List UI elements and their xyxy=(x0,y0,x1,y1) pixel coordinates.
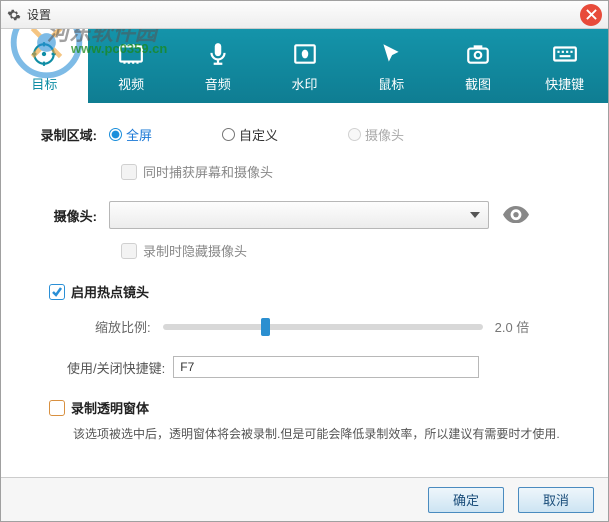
tab-hotkey[interactable]: 快捷键 xyxy=(521,29,608,103)
cancel-button[interactable]: 取消 xyxy=(518,487,594,513)
tab-label: 截图 xyxy=(465,74,491,93)
eye-icon xyxy=(503,206,529,223)
footer: 确定 取消 xyxy=(1,477,608,521)
cursor-icon xyxy=(377,40,405,68)
preview-eye-button[interactable] xyxy=(503,206,529,224)
tab-mouse[interactable]: 鼠标 xyxy=(348,29,435,103)
hotspot-enable-label: 启用热点镜头 xyxy=(71,282,149,301)
hotspot-enable-checkbox[interactable] xyxy=(49,284,65,300)
transparent-section: 录制透明窗体 该选项被选中后，透明窗体将会被录制.但是可能会降低录制效率，所以建… xyxy=(49,398,580,443)
tab-label: 鼠标 xyxy=(378,74,404,93)
transparent-checkbox[interactable] xyxy=(49,400,65,416)
close-icon xyxy=(586,9,597,20)
zoom-value: 2.0 倍 xyxy=(495,317,530,336)
radio-fullscreen[interactable]: 全屏 xyxy=(109,125,152,144)
transparent-description: 该选项被选中后，透明窗体将会被录制.但是可能会降低录制效率，所以建议有需要时才使… xyxy=(73,425,580,443)
chevron-down-icon xyxy=(470,212,480,218)
hotkey-label: 使用/关闭快捷键: xyxy=(67,358,165,377)
hotspot-enable-row: 启用热点镜头 xyxy=(49,282,580,301)
hide-camera-checkbox[interactable] xyxy=(121,243,137,259)
tab-label: 音频 xyxy=(205,74,231,93)
ok-button[interactable]: 确定 xyxy=(428,487,504,513)
camera-dropdown[interactable] xyxy=(109,201,489,229)
tab-watermark[interactable]: 水印 xyxy=(261,29,348,103)
radio-camera-label: 摄像头 xyxy=(365,125,404,144)
radio-custom-label: 自定义 xyxy=(239,125,278,144)
zoom-slider[interactable] xyxy=(163,324,483,330)
radio-custom[interactable]: 自定义 xyxy=(222,125,278,144)
zoom-slider-row: 缩放比例: 2.0 倍 xyxy=(95,317,580,336)
radio-camera[interactable]: 摄像头 xyxy=(348,125,404,144)
watermark-icon xyxy=(291,40,319,68)
tab-label: 快捷键 xyxy=(545,74,584,93)
tab-screenshot[interactable]: 截图 xyxy=(435,29,522,103)
radio-camera-input[interactable] xyxy=(348,128,361,141)
tab-audio[interactable]: 音频 xyxy=(174,29,261,103)
radio-fullscreen-label: 全屏 xyxy=(126,125,152,144)
record-area-label: 录制区域: xyxy=(29,125,109,144)
hotkey-row: 使用/关闭快捷键: xyxy=(67,356,580,378)
camera-icon xyxy=(464,40,492,68)
capture-both-row: 同时捕获屏幕和摄像头 xyxy=(121,162,580,181)
window-title: 设置 xyxy=(27,6,51,23)
gear-icon xyxy=(7,8,21,22)
zoom-slider-thumb[interactable] xyxy=(261,318,270,336)
camera-row: 摄像头: xyxy=(29,201,580,229)
close-button[interactable] xyxy=(580,4,602,26)
keyboard-icon xyxy=(551,40,579,68)
camera-label: 摄像头: xyxy=(29,206,109,225)
zoom-label: 缩放比例: xyxy=(95,317,151,336)
hotkey-input[interactable] xyxy=(173,356,479,378)
titlebar: 设置 xyxy=(1,1,608,29)
transparent-label: 录制透明窗体 xyxy=(71,398,149,417)
check-icon xyxy=(51,286,63,298)
capture-both-label: 同时捕获屏幕和摄像头 xyxy=(143,162,273,181)
hide-camera-label: 录制时隐藏摄像头 xyxy=(143,241,247,260)
microphone-icon xyxy=(204,40,232,68)
content-panel: 录制区域: 全屏 自定义 摄像头 同时捕获屏幕和摄像头 摄像头: xyxy=(1,103,608,453)
radio-fullscreen-input[interactable] xyxy=(109,128,122,141)
capture-both-checkbox[interactable] xyxy=(121,164,137,180)
tab-label: 水印 xyxy=(292,74,318,93)
tab-label: 视频 xyxy=(118,74,144,93)
hide-camera-row: 录制时隐藏摄像头 xyxy=(121,241,580,260)
watermark-url: www.pc0359.cn xyxy=(71,41,167,56)
radio-custom-input[interactable] xyxy=(222,128,235,141)
transparent-check-row: 录制透明窗体 xyxy=(49,398,580,417)
record-area-row: 录制区域: 全屏 自定义 摄像头 xyxy=(29,125,580,144)
